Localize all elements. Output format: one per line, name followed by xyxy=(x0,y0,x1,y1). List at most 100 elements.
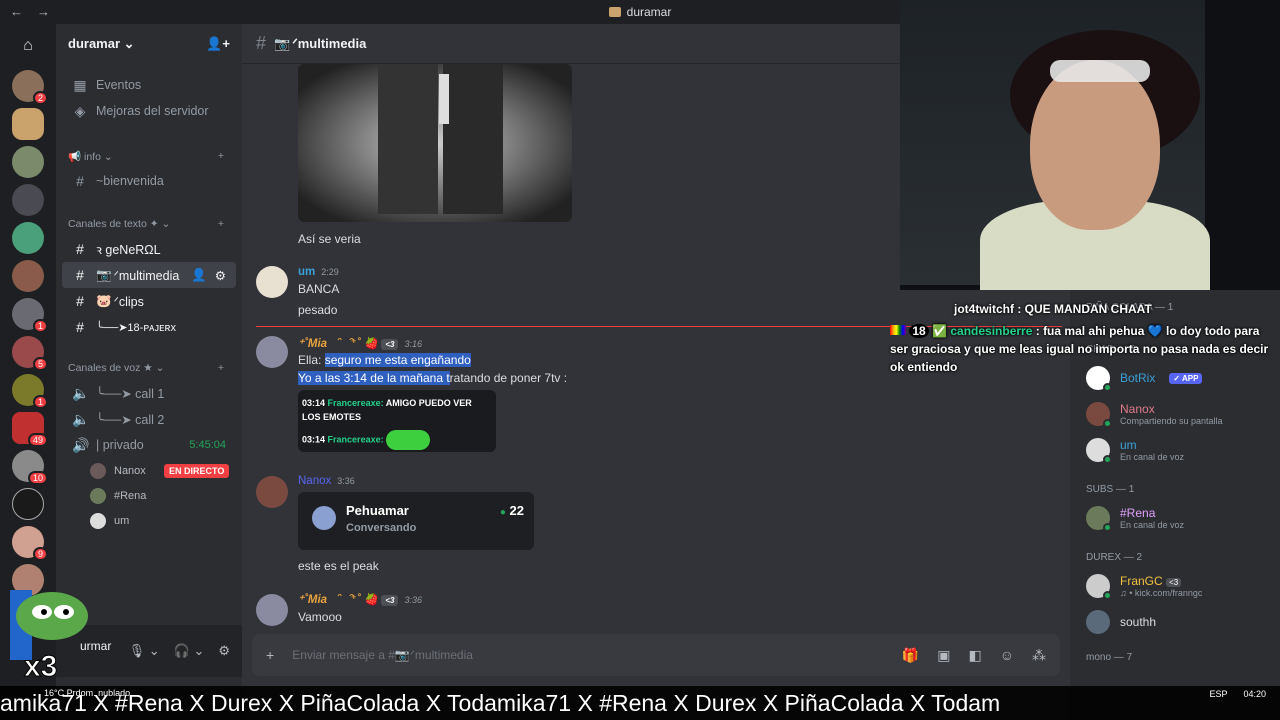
member-category: SUBS — 1 xyxy=(1086,483,1135,495)
server-icon[interactable] xyxy=(12,108,44,140)
microphone-icon[interactable]: 🎙 ⌄ xyxy=(129,643,160,659)
server-icon[interactable]: 1 xyxy=(12,374,48,409)
server-icon[interactable] xyxy=(12,146,44,178)
discord-home-icon[interactable]: ⌂ xyxy=(10,28,46,64)
server-icon[interactable]: 49 xyxy=(12,412,48,447)
server-icon[interactable] xyxy=(12,184,44,216)
gear-icon[interactable]: ⚙ xyxy=(215,268,226,283)
server-icon[interactable] xyxy=(12,260,44,292)
server-icon[interactable] xyxy=(12,222,44,254)
webcam-overlay xyxy=(900,0,1280,290)
member-southh[interactable]: southh xyxy=(1070,604,1280,640)
image-attachment[interactable]: 03:14 Francereaxe: AMIGO PUEDO VER LOS E… xyxy=(298,390,496,452)
headphones-icon[interactable]: 🎧 ⌄ xyxy=(174,643,205,659)
invite-icon[interactable]: 👤 xyxy=(191,268,207,283)
message-author[interactable]: Nanox 3:36 xyxy=(298,475,355,487)
channel-general[interactable]: # ꝛ geNeRΩL xyxy=(62,236,236,262)
message-input[interactable]: Enviar mensaje a #📷ᐟmultimedia xyxy=(292,648,884,662)
add-attachment-icon[interactable]: + xyxy=(266,647,274,663)
server-icon[interactable] xyxy=(12,488,44,520)
member-frangc[interactable]: FranGC <3 ♫ • kick.com/franngc xyxy=(1070,568,1280,604)
unread-badge: 9 xyxy=(32,547,48,561)
sidebar-item-events[interactable]: ▦ Eventos xyxy=(62,72,236,98)
message-input-bar: + Enviar mensaje a #📷ᐟmultimedia 🎁 ▣ ◧ ☺… xyxy=(252,634,1060,676)
sidebar-item-boost[interactable]: ◈ Mejoras del servidor xyxy=(62,98,236,124)
member-um[interactable]: um En canal de voz xyxy=(1070,432,1280,468)
image-attachment[interactable] xyxy=(298,64,572,222)
weather-widget[interactable]: 16°C Prdom. nublado xyxy=(44,688,130,698)
voice-channel-call2[interactable]: 🔈 ╰──➤ call 2 xyxy=(62,406,236,432)
clock[interactable]: 04:20 xyxy=(1243,689,1266,699)
category-text-channels[interactable]: Canales de texto ✦ ⌄ + xyxy=(56,212,242,236)
server-name: duramar xyxy=(68,36,121,51)
category-voice-channels[interactable]: Canales de voz ★ ⌄ + xyxy=(56,356,242,380)
channel-bienvenida[interactable]: # ~bienvenida xyxy=(62,168,236,194)
unread-badge: 2 xyxy=(32,91,48,105)
stream-ticker: amika71 X #Rena X Durex X PiñaColada X T… xyxy=(0,686,1280,720)
hash-icon: # xyxy=(256,33,267,53)
gift-icon[interactable]: 🎁 xyxy=(902,647,919,664)
avatar xyxy=(1086,402,1112,428)
camera-icon: 📷 xyxy=(274,35,291,51)
voice-user-nanox[interactable]: Nanox EN DIRECTO xyxy=(56,458,242,483)
message-author[interactable]: um 2:29 xyxy=(298,266,339,278)
emoji-icon[interactable]: ☺ xyxy=(1000,647,1014,663)
channel-title: ᐟmultimedia xyxy=(292,35,367,51)
avatar[interactable] xyxy=(256,476,288,508)
emote-icon xyxy=(386,430,431,450)
avatar[interactable] xyxy=(256,336,288,368)
avatar xyxy=(1086,506,1112,532)
message-text: Ella: seguro me esta engañando xyxy=(298,353,471,367)
message-text: pesado xyxy=(298,303,338,317)
gif-icon[interactable]: ▣ xyxy=(937,647,950,664)
add-channel-icon[interactable]: + xyxy=(218,218,224,230)
sunglasses xyxy=(1050,60,1150,82)
hash-icon: # xyxy=(76,241,84,257)
gear-icon[interactable]: ⚙ xyxy=(218,643,230,659)
avatar[interactable] xyxy=(256,266,288,298)
server-icon[interactable]: 10 xyxy=(12,450,48,485)
apps-icon[interactable]: ⁂ xyxy=(1032,647,1046,664)
nav-arrows: ← → xyxy=(10,4,50,19)
pride-badge-icon xyxy=(890,325,906,335)
calendar-icon: ▦ xyxy=(73,76,87,93)
server-icon[interactable]: 2 xyxy=(12,70,48,105)
server-header[interactable]: duramar ⌄ 👤+ xyxy=(56,24,242,64)
member-rena[interactable]: #Rena En canal de voz xyxy=(1070,500,1280,536)
add-channel-icon[interactable]: + xyxy=(218,362,224,374)
hash-icon: # xyxy=(76,267,84,283)
emoji-icon: 🐷 xyxy=(96,293,112,308)
back-arrow-icon[interactable]: ← xyxy=(10,4,23,19)
hash-icon: # xyxy=(76,319,84,335)
avatar[interactable] xyxy=(256,594,288,626)
server-icon[interactable]: 9 xyxy=(12,526,48,561)
boost-icon: ◈ xyxy=(74,102,86,119)
voice-timer: 5:45:04 xyxy=(189,439,226,451)
live-badge: EN DIRECTO xyxy=(164,463,230,478)
voice-channel-call1[interactable]: 🔈 ╰──➤ call 1 xyxy=(62,380,236,406)
forward-arrow-icon[interactable]: → xyxy=(37,4,50,19)
profile-card[interactable]: Pehuamar Conversando ● 22 xyxy=(298,492,534,550)
voice-user-um[interactable]: um xyxy=(56,508,242,533)
category-info[interactable]: 📢 info ⌄ + xyxy=(56,144,242,168)
channel-clips[interactable]: # 🐷 ᐟclips xyxy=(62,288,236,314)
add-member-icon[interactable]: 👤+ xyxy=(206,36,230,52)
speaker-icon: 🔈 xyxy=(72,384,90,401)
avatar xyxy=(90,512,106,529)
channel-multimedia[interactable]: # 📷 ᐟmultimedia 👤 ⚙ xyxy=(62,262,236,288)
language-indicator[interactable]: ESP xyxy=(1209,689,1227,699)
member-nanox[interactable]: Nanox Compartiendo su pantalla xyxy=(1070,396,1280,432)
message-author[interactable]: ⁺˚Mia ๑̑ ๑̑⁺˚ 🍓 <3 3:16 xyxy=(298,336,422,350)
server-icon[interactable]: 5 xyxy=(12,336,48,371)
server-icon[interactable]: 1 xyxy=(12,298,48,333)
voice-channel-privado[interactable]: 🔊 | privado 5:45:04 xyxy=(62,432,236,458)
voice-user-rena[interactable]: #Rena xyxy=(56,483,242,508)
message-text: este es el peak xyxy=(298,559,379,573)
message-text: Así se veria xyxy=(298,232,361,246)
channel-18[interactable]: # ╰──➤18-ᴘᴀᴊᴇʀx xyxy=(62,314,236,340)
unread-badge: 5 xyxy=(32,357,48,371)
sticker-icon[interactable]: ◧ xyxy=(968,647,981,664)
system-tray: ESP 04:20 xyxy=(1209,686,1280,702)
add-channel-icon[interactable]: + xyxy=(218,150,224,162)
message-author[interactable]: ⁺˚Mia ๑̑ ๑̑⁺˚ 🍓 <3 3:36 xyxy=(298,592,422,606)
